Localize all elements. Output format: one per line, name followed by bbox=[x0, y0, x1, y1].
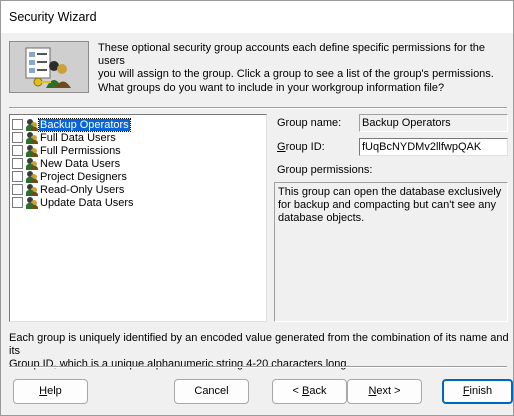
group-label: Project Designers bbox=[40, 170, 127, 183]
user-group-icon bbox=[26, 196, 38, 209]
group-label: Backup Operators bbox=[38, 117, 131, 132]
list-item-read-only-users[interactable]: Read-Only Users bbox=[12, 183, 125, 196]
finish-button-accelerator: F bbox=[462, 385, 470, 397]
footer-separator bbox=[9, 366, 507, 368]
finish-button[interactable]: Finish bbox=[442, 379, 513, 404]
group-checkbox[interactable] bbox=[12, 119, 23, 130]
group-name-label: Group name: bbox=[277, 117, 342, 129]
group-permissions-label: Group permissions: bbox=[277, 164, 373, 176]
group-id-explanation-line: Group ID, which is a unique alphanumeric… bbox=[9, 358, 350, 370]
user-group-icon bbox=[26, 183, 38, 196]
list-item-project-designers[interactable]: Project Designers bbox=[12, 170, 128, 183]
list-item-backup-operators[interactable]: Backup Operators bbox=[12, 117, 131, 132]
wizard-description-line: These optional security group accounts e… bbox=[98, 42, 486, 67]
group-label: Read-Only Users bbox=[40, 183, 125, 196]
group-id-explanation-line: Each group is uniquely identified by an … bbox=[9, 332, 509, 357]
wizard-question: What groups do you want to include in yo… bbox=[98, 82, 445, 94]
header-separator bbox=[9, 107, 507, 109]
security-wizard-window: Security Wizard These optional security … bbox=[0, 0, 514, 416]
group-label: New Data Users bbox=[40, 157, 121, 170]
group-checkbox[interactable] bbox=[12, 171, 23, 182]
wizard-security-illustration-icon bbox=[9, 41, 89, 93]
next-button[interactable]: Next > bbox=[347, 379, 422, 404]
group-name-field: Backup Operators bbox=[359, 114, 508, 132]
group-permissions-description: This group can open the database exclusi… bbox=[274, 182, 508, 322]
next-button-label: ext > bbox=[376, 385, 401, 397]
user-group-icon bbox=[26, 144, 38, 157]
help-button-accelerator: H bbox=[39, 385, 48, 397]
group-checkbox[interactable] bbox=[12, 184, 23, 195]
back-button-label: ack bbox=[309, 385, 327, 397]
group-id-label-accelerator: G bbox=[277, 141, 286, 153]
title-bar[interactable]: Security Wizard bbox=[1, 1, 513, 33]
list-item-update-data-users[interactable]: Update Data Users bbox=[12, 196, 135, 209]
group-id-input[interactable] bbox=[359, 138, 508, 156]
group-label: Full Data Users bbox=[40, 131, 116, 144]
group-id-label-text: roup ID: bbox=[285, 141, 325, 153]
list-item-full-permissions[interactable]: Full Permissions bbox=[12, 144, 122, 157]
group-label: Update Data Users bbox=[40, 196, 134, 209]
user-group-icon bbox=[26, 131, 38, 144]
cancel-button[interactable]: Cancel bbox=[174, 379, 249, 404]
group-checkbox[interactable] bbox=[12, 158, 23, 169]
user-group-icon bbox=[26, 118, 38, 131]
group-checkbox[interactable] bbox=[12, 197, 23, 208]
back-button-prefix: < bbox=[292, 385, 302, 397]
help-button[interactable]: Help bbox=[13, 379, 88, 404]
back-button[interactable]: < Back bbox=[272, 379, 347, 404]
wizard-description-line: you will assign to the group. Click a gr… bbox=[98, 68, 494, 80]
wizard-description: These optional security group accounts e… bbox=[98, 42, 508, 81]
group-id-label: Group ID: bbox=[277, 141, 325, 153]
groups-checklist[interactable]: Backup Operators Full Data Users Full Pe… bbox=[9, 114, 267, 322]
group-checkbox[interactable] bbox=[12, 132, 23, 143]
help-button-label: elp bbox=[47, 385, 62, 397]
finish-button-label: inish bbox=[469, 385, 493, 397]
user-group-icon bbox=[26, 170, 38, 183]
user-group-icon bbox=[26, 157, 38, 170]
window-title: Security Wizard bbox=[9, 10, 97, 24]
group-checkbox[interactable] bbox=[12, 145, 23, 156]
group-label: Full Permissions bbox=[40, 144, 121, 157]
list-item-full-data-users[interactable]: Full Data Users bbox=[12, 131, 117, 144]
list-item-new-data-users[interactable]: New Data Users bbox=[12, 157, 121, 170]
